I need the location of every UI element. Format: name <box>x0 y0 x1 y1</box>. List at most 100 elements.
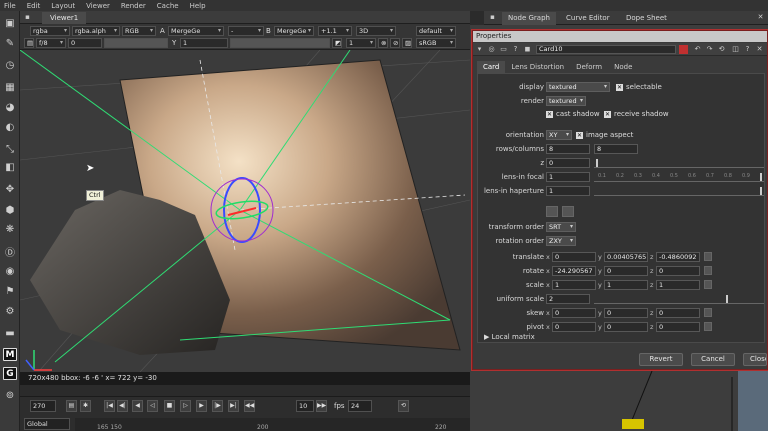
tab-deform[interactable]: Deform <box>570 61 608 73</box>
prev-keyframe-button[interactable]: ◀| <box>117 400 128 412</box>
translate-z-field[interactable]: -0.4860092 <box>656 252 700 262</box>
node-color-icon[interactable]: ◼ <box>523 45 532 54</box>
colorspace-select[interactable]: sRGB <box>416 38 456 48</box>
compare-mode-select[interactable]: - <box>228 26 264 36</box>
selectable-checkbox[interactable]: ✕ selectable <box>616 82 662 92</box>
3d-icon[interactable]: ⬢ <box>3 204 17 217</box>
display-select[interactable]: textured <box>546 82 610 92</box>
tab-node-graph[interactable]: Node Graph <box>502 12 556 25</box>
gamma-select[interactable]: +1.1 <box>318 26 352 36</box>
clip-icon[interactable]: ▨ <box>402 38 412 48</box>
slider-knob[interactable] <box>760 187 762 195</box>
last-frame-button[interactable]: ▶| <box>228 400 239 412</box>
menu-render[interactable]: Render <box>121 2 146 10</box>
local-matrix-toggle[interactable]: ▶ Local matrix <box>484 332 535 342</box>
menu-file[interactable]: File <box>4 2 16 10</box>
image-aspect-checkbox[interactable]: ✕ image aspect <box>576 130 633 140</box>
toolsets-icon[interactable]: ⚑ <box>3 285 17 298</box>
rotation-order-select[interactable]: ZXY <box>546 236 576 246</box>
camera-select[interactable]: default <box>416 26 456 36</box>
exposure-field[interactable]: 0 <box>68 38 102 48</box>
slider-knob[interactable] <box>726 295 728 303</box>
step-forward-button[interactable]: ▷ <box>180 400 191 412</box>
play-backward-button[interactable]: ◀ <box>132 400 143 412</box>
lens-focal-field[interactable]: 1 <box>546 172 590 182</box>
rotate-y-field[interactable]: 0 <box>604 266 648 276</box>
viewer-viewport[interactable]: ➤ Ctrl <box>20 50 470 372</box>
m-plugin-icon[interactable]: M <box>3 348 17 361</box>
increment-field[interactable]: 10 <box>296 400 314 412</box>
float-icon[interactable]: ◫ <box>731 45 740 54</box>
slider-knob[interactable] <box>760 173 762 181</box>
help-icon[interactable]: ? <box>511 45 520 54</box>
first-frame-button[interactable]: |◀ <box>104 400 115 412</box>
back-increment-button[interactable]: ◀◀ <box>244 400 255 412</box>
panel-menu-icon[interactable]: ▪ <box>23 13 32 22</box>
animation-menu-icon[interactable] <box>704 252 712 261</box>
menu-layout[interactable]: Layout <box>51 2 75 10</box>
fps-field[interactable]: 24 <box>348 400 372 412</box>
revert-icon[interactable]: ⟲ <box>717 45 726 54</box>
animation-menu-icon[interactable] <box>704 322 712 331</box>
b-input-select[interactable]: MergeGe <box>274 26 314 36</box>
close-panel-icon[interactable]: ✕ <box>755 45 764 54</box>
channel-icon[interactable]: ▦ <box>3 81 17 94</box>
cast-shadow-checkbox[interactable]: ✕ cast shadow <box>546 109 600 119</box>
pivot-x-field[interactable]: 0 <box>552 322 596 332</box>
columns-field[interactable]: 8 <box>594 144 638 154</box>
rows-field[interactable]: 8 <box>546 144 590 154</box>
translate-y-field[interactable]: 0.00405765 <box>604 252 648 262</box>
tab-curve-editor[interactable]: Curve Editor <box>560 12 616 25</box>
menu-viewer[interactable]: Viewer <box>86 2 110 10</box>
receive-shadow-checkbox[interactable]: ✕ receive shadow <box>604 109 669 119</box>
a-input-select[interactable]: MergeGe <box>168 26 224 36</box>
draw-icon[interactable]: ✎ <box>3 37 17 50</box>
translate-x-field[interactable]: 0 <box>552 252 596 262</box>
scale-x-field[interactable]: 1 <box>552 280 596 290</box>
uniform-scale-slider[interactable] <box>594 294 764 304</box>
axis-icon[interactable] <box>562 206 574 217</box>
collapse-icon[interactable]: ▾ <box>475 45 484 54</box>
skew-z-field[interactable]: 0 <box>656 308 700 318</box>
animation-menu-icon[interactable] <box>704 266 712 275</box>
z-slider[interactable] <box>594 158 764 168</box>
view-mode-select[interactable]: 3D <box>356 26 396 36</box>
pivot-y-field[interactable]: 0 <box>604 322 648 332</box>
center-node-icon[interactable]: ◎ <box>487 45 496 54</box>
node-name-field[interactable]: Card10 <box>536 45 676 54</box>
orientation-select[interactable]: XY <box>546 130 572 140</box>
lens-haperture-field[interactable]: 1 <box>546 186 590 196</box>
node-color-swatch[interactable] <box>679 45 688 54</box>
lens-focal-slider[interactable]: 0.1 0.2 0.3 0.4 0.5 0.6 0.7 0.8 0.9 <box>594 172 764 182</box>
time-icon[interactable]: ◷ <box>3 59 17 72</box>
z-field[interactable]: 0 <box>546 158 590 168</box>
transform-order-select[interactable]: SRT <box>546 222 576 232</box>
tab-viewer1[interactable]: Viewer1 <box>42 12 87 24</box>
roi-icon[interactable]: ⊗ <box>378 38 388 48</box>
help-button-icon[interactable]: ? <box>743 45 752 54</box>
furnace-icon[interactable]: ▬ <box>3 327 17 340</box>
pause-icon[interactable]: ⊘ <box>390 38 400 48</box>
lens-haperture-slider[interactable] <box>594 186 764 196</box>
image-icon[interactable]: ▣ <box>3 17 17 30</box>
panel-menu-icon[interactable]: ▪ <box>488 13 497 22</box>
other-icon[interactable]: ⚙ <box>3 305 17 318</box>
tab-node[interactable]: Node <box>608 61 638 73</box>
tab-card[interactable]: Card <box>477 61 506 73</box>
keyer-icon[interactable]: ⤡ <box>3 143 17 156</box>
y-field[interactable]: 1 <box>180 38 228 48</box>
particles-icon[interactable]: ◉ <box>3 265 17 278</box>
cancel-button[interactable]: Cancel <box>691 353 735 366</box>
metadata-icon[interactable]: Ⓓ <box>3 245 17 259</box>
fstop-select[interactable]: f/8 <box>36 38 66 48</box>
close-icon[interactable]: ✕ <box>756 13 765 22</box>
skew-x-field[interactable]: 0 <box>552 308 596 318</box>
scale-z-field[interactable]: 1 <box>656 280 700 290</box>
frame-icon[interactable]: ◩ <box>332 38 342 48</box>
scale-y-field[interactable]: 1 <box>604 280 648 290</box>
filter-icon[interactable]: ◐ <box>3 121 17 134</box>
tab-lens-distortion[interactable]: Lens Distortion <box>505 61 570 73</box>
rotate-z-field[interactable]: 0 <box>656 266 700 276</box>
frame-select[interactable]: 1 <box>346 38 376 48</box>
transform-icon[interactable]: ✥ <box>3 183 17 196</box>
